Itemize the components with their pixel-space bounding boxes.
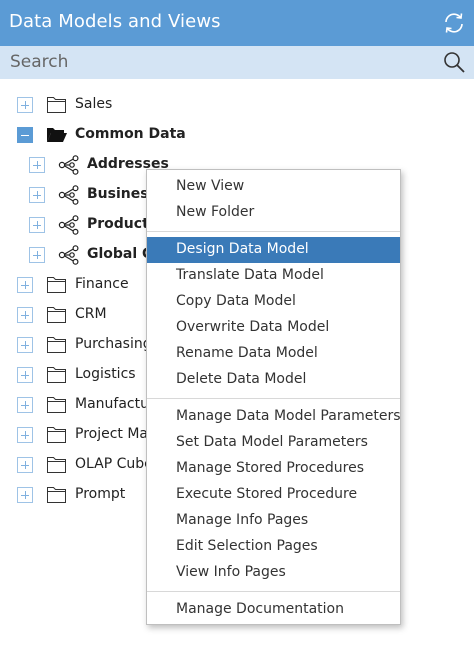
expand-toggle[interactable] <box>17 427 33 443</box>
menu-item-label: New View <box>176 178 245 194</box>
folder-icon <box>46 305 68 325</box>
tree-item[interactable]: Sales <box>0 90 474 120</box>
menu-item-manage-info-pages[interactable]: Manage Info Pages <box>147 508 400 534</box>
menu-separator <box>147 398 400 399</box>
menu-item-label: Overwrite Data Model <box>176 319 330 335</box>
expand-toggle[interactable] <box>17 487 33 503</box>
menu-item-overwrite-data-model[interactable]: Overwrite Data Model <box>147 315 400 341</box>
menu-item-label: Manage Info Pages <box>176 512 309 528</box>
folder-icon <box>46 395 68 415</box>
tree-item-label: Manufactur <box>75 396 155 412</box>
folder-icon <box>46 425 68 445</box>
share-model-icon <box>58 215 80 235</box>
search-bar <box>0 46 474 79</box>
menu-item-manage-stored-procedures[interactable]: Manage Stored Procedures <box>147 456 400 482</box>
menu-item-copy-data-model[interactable]: Copy Data Model <box>147 289 400 315</box>
menu-item-label: View Info Pages <box>176 564 286 580</box>
menu-item-set-data-model-parameters[interactable]: Set Data Model Parameters <box>147 430 400 456</box>
menu-item-delete-data-model[interactable]: Delete Data Model <box>147 367 400 393</box>
folder-icon <box>46 275 68 295</box>
menu-item-label: Copy Data Model <box>176 293 296 309</box>
menu-item-execute-stored-procedure[interactable]: Execute Stored Procedure <box>147 482 400 508</box>
expand-toggle[interactable] <box>17 367 33 383</box>
menu-item-manage-data-model-parameters[interactable]: Manage Data Model Parameters <box>147 404 401 430</box>
menu-item-label: Delete Data Model <box>176 371 307 387</box>
tree-item-label: Purchasing <box>75 336 152 352</box>
expand-toggle[interactable] <box>29 247 45 263</box>
menu-item-label: Rename Data Model <box>176 345 318 361</box>
page-title: Data Models and Views <box>9 11 221 32</box>
tree-item-label: Finance <box>75 276 129 292</box>
folder-icon <box>46 365 68 385</box>
expand-toggle[interactable] <box>29 157 45 173</box>
menu-item-edit-selection-pages[interactable]: Edit Selection Pages <box>147 534 400 560</box>
menu-item-label: New Folder <box>176 204 255 220</box>
tree-item-label: OLAP Cube <box>75 456 153 472</box>
tree-item-label: Common Data <box>75 126 186 142</box>
expand-toggle[interactable] <box>29 217 45 233</box>
menu-item-label: Manage Documentation <box>176 601 344 617</box>
menu-item-label: Execute Stored Procedure <box>176 486 358 502</box>
context-menu: New View New Folder Design Data Model Trans… <box>146 169 401 625</box>
menu-item-new-folder[interactable]: New Folder <box>147 200 400 226</box>
expand-toggle[interactable] <box>17 97 33 113</box>
search-icon[interactable] <box>442 50 466 74</box>
expand-toggle[interactable] <box>17 277 33 293</box>
expand-toggle[interactable] <box>17 457 33 473</box>
expand-toggle[interactable] <box>29 187 45 203</box>
share-model-icon <box>58 155 80 175</box>
tree-item-label: Prompt <box>75 486 126 502</box>
tree-item-label: Project Mar <box>75 426 154 442</box>
app-header: Data Models and Views <box>0 0 474 46</box>
menu-separator <box>147 591 400 592</box>
menu-item-translate-data-model[interactable]: Translate Data Model <box>147 263 400 289</box>
expand-toggle[interactable] <box>17 397 33 413</box>
share-model-icon <box>58 185 80 205</box>
menu-item-rename-data-model[interactable]: Rename Data Model <box>147 341 400 367</box>
menu-item-manage-documentation[interactable]: Manage Documentation <box>147 597 400 623</box>
menu-item-label: Edit Selection Pages <box>176 538 318 554</box>
menu-item-label: Manage Data Model Parameters <box>176 408 401 424</box>
expand-toggle[interactable] <box>17 337 33 353</box>
search-input[interactable] <box>10 51 430 73</box>
menu-item-label: Manage Stored Procedures <box>176 460 365 476</box>
menu-item-label: Translate Data Model <box>176 267 324 283</box>
expand-toggle[interactable] <box>17 307 33 323</box>
menu-item-label: Design Data Model <box>176 241 309 257</box>
folder-open-icon <box>46 125 68 145</box>
folder-icon <box>46 95 68 115</box>
folder-icon <box>46 485 68 505</box>
menu-item-label: Set Data Model Parameters <box>176 434 368 450</box>
tree-item-label: Logistics <box>75 366 136 382</box>
tree-item-label: Sales <box>75 96 113 112</box>
menu-item-new-view[interactable]: New View <box>147 174 400 200</box>
tree-item-label: CRM <box>75 306 107 322</box>
menu-item-view-info-pages[interactable]: View Info Pages <box>147 560 400 586</box>
folder-icon <box>46 335 68 355</box>
collapse-toggle[interactable] <box>17 127 33 143</box>
tree-item[interactable]: Common Data <box>0 120 474 150</box>
share-model-icon <box>58 245 80 265</box>
folder-icon <box>46 455 68 475</box>
menu-separator <box>147 231 400 232</box>
menu-item-design-data-model[interactable]: Design Data Model <box>147 237 400 263</box>
refresh-icon[interactable] <box>442 11 466 35</box>
